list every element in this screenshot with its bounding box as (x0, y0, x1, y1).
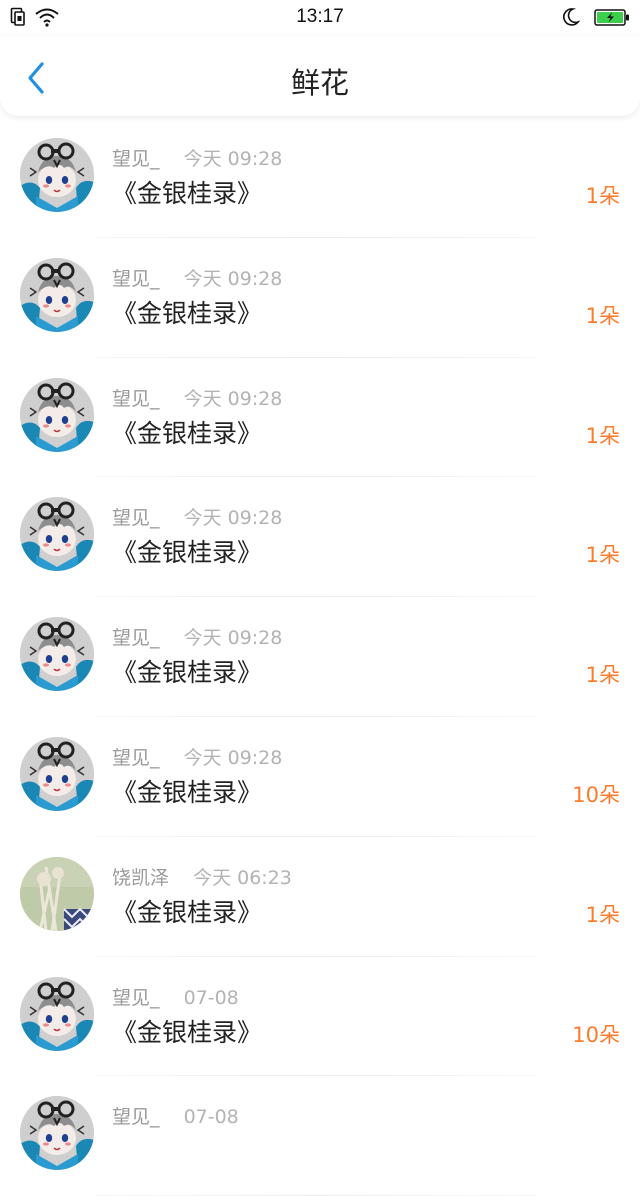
anime-avatar-icon (20, 617, 94, 692)
user-name[interactable]: 望见_ (112, 148, 160, 170)
item-meta: 望见_ 07-08 (112, 983, 239, 1010)
list-item-3[interactable]: 望见_ 今天 09:28 《金银桂录》 1朵 (0, 477, 640, 598)
avatar[interactable] (20, 138, 94, 212)
avatar[interactable] (20, 617, 94, 692)
item-time: 今天 09:28 (183, 507, 283, 530)
page-title: 鲜花 (290, 66, 349, 100)
list-item-4[interactable]: 望见_ 今天 09:28 《金银桂录》 1朵 (0, 597, 640, 717)
item-time: 今天 09:28 (183, 387, 283, 410)
item-meta: 望见_ 07-08 (112, 1102, 239, 1129)
flower-count: 1朵 (585, 423, 620, 448)
list-item-7[interactable]: 望见_ 07-08 《金银桂录》 10朵 (0, 957, 640, 1077)
item-meta: 望见_ 今天 09:28 (112, 264, 282, 291)
anime-avatar-icon (20, 976, 94, 1051)
book-title: 《金银桂录》 (112, 777, 263, 807)
book-title: 《金银桂录》 (112, 538, 263, 568)
user-name[interactable]: 饶凯泽 (112, 867, 169, 889)
status-time: 13:17 (296, 6, 344, 27)
avatar[interactable] (20, 976, 94, 1051)
item-time: 今天 09:28 (183, 267, 283, 290)
avatar[interactable] (20, 856, 94, 931)
item-time: 今天 09:28 (183, 746, 283, 769)
anime-avatar-icon (20, 1096, 94, 1171)
anime-avatar-icon (20, 736, 94, 811)
item-time: 今天 06:23 (193, 866, 292, 889)
item-time: 07-08 (183, 1106, 239, 1129)
list-item-5[interactable]: 望见_ 今天 09:28 《金银桂录》 10朵 (0, 717, 640, 837)
user-name[interactable]: 望见_ (112, 627, 160, 649)
status-right-icons (562, 7, 630, 31)
status-bar: 13:17 (0, 0, 640, 36)
flower-count: 10朵 (572, 1022, 620, 1047)
avatar[interactable] (20, 377, 94, 452)
user-name[interactable]: 望见_ (112, 987, 160, 1009)
user-name[interactable]: 望见_ (112, 1106, 160, 1128)
flower-count: 1朵 (585, 902, 620, 927)
book-title: 《金银桂录》 (112, 658, 263, 688)
avatar[interactable] (20, 497, 94, 572)
item-meta: 望见_ 今天 09:28 (112, 623, 282, 650)
book-title: 《金银桂录》 (112, 179, 263, 208)
flower-count: 1朵 (585, 184, 620, 208)
user-name[interactable]: 望见_ (112, 388, 160, 410)
book-title: 《金银桂录》 (112, 1017, 263, 1047)
list-item-1[interactable]: 望见_ 今天 09:28 《金银桂录》 1朵 (0, 238, 640, 358)
flower-count: 1朵 (585, 663, 620, 688)
flower-count: 1朵 (585, 543, 620, 568)
navigation-bar: 鲜花 (0, 36, 640, 116)
list-item-6[interactable]: 饶凯泽 今天 06:23 《金银桂录》 1朵 (0, 837, 640, 957)
book-title: 《金银桂录》 (112, 897, 263, 927)
item-time: 今天 09:28 (183, 627, 283, 650)
item-meta: 望见_ 今天 09:28 (112, 144, 282, 171)
list-item-2[interactable]: 望见_ 今天 09:28 《金银桂录》 1朵 (0, 358, 640, 478)
avatar[interactable] (20, 1096, 94, 1171)
flower-count: 10朵 (572, 782, 620, 807)
list-item-0[interactable]: 望见_ 今天 09:28 《金银桂录》 1朵 (0, 118, 640, 238)
item-time: 07-08 (183, 986, 239, 1009)
user-name[interactable]: 望见_ (112, 507, 160, 529)
flower-list: 望见_ 今天 09:28 《金银桂录》 1朵 望见_ 今天 09:28 《金银桂… (0, 118, 640, 1196)
anime-avatar-icon (20, 377, 94, 452)
anime-avatar-icon (20, 257, 94, 332)
photo-avatar-icon (20, 856, 94, 931)
book-title: 《金银桂录》 (112, 418, 263, 448)
battery-icon (594, 7, 630, 31)
avatar[interactable] (20, 257, 94, 332)
item-meta: 望见_ 今天 09:28 (112, 503, 282, 530)
flower-count: 1朵 (585, 303, 620, 328)
item-time: 今天 09:28 (183, 148, 283, 170)
user-name[interactable]: 望见_ (112, 268, 160, 290)
item-meta: 望见_ 今天 09:28 (112, 743, 282, 770)
moon-icon (562, 7, 581, 31)
user-name[interactable]: 望见_ (112, 747, 160, 769)
item-meta: 望见_ 今天 09:28 (112, 384, 282, 411)
item-meta: 饶凯泽 今天 06:23 (112, 863, 292, 890)
anime-avatar-icon (20, 497, 94, 572)
list-item-8[interactable]: 望见_ 07-08 (0, 1076, 640, 1196)
avatar[interactable] (20, 736, 94, 811)
anime-avatar-icon (20, 138, 94, 212)
book-title: 《金银桂录》 (112, 298, 263, 328)
